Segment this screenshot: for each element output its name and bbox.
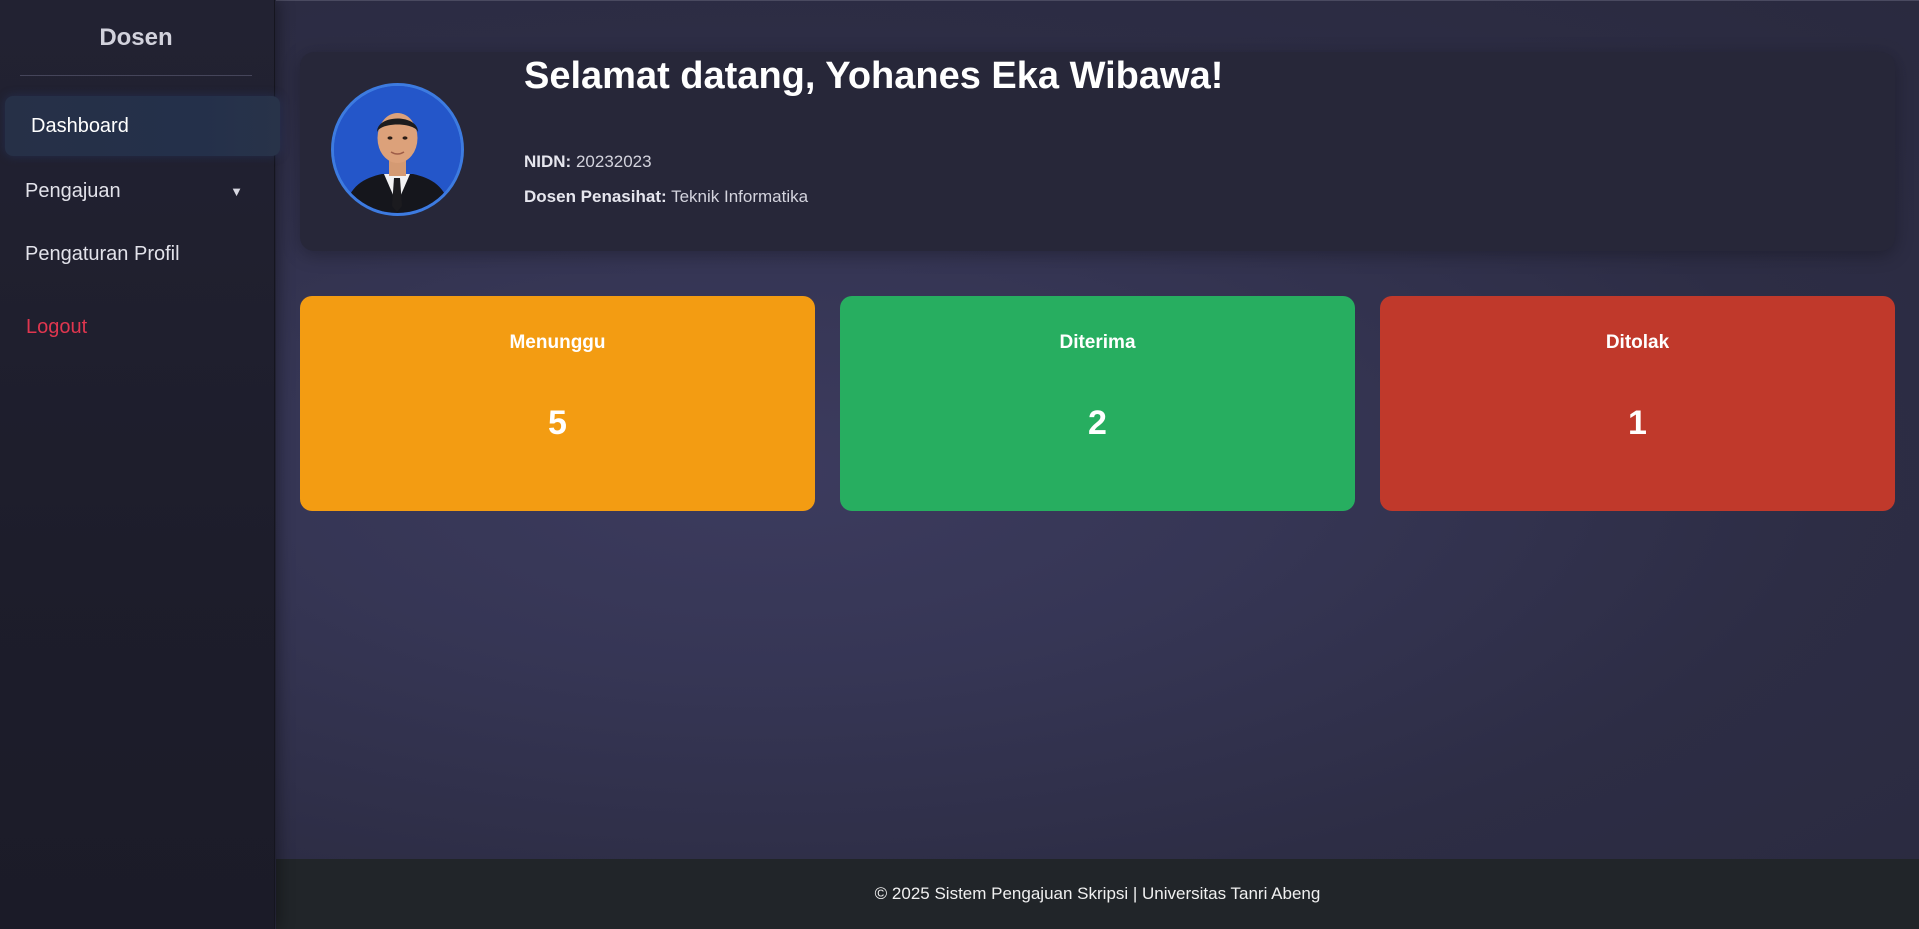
nidn-line: NIDN: 20232023	[524, 152, 652, 172]
advisor-label: Dosen Penasihat:	[524, 187, 667, 206]
footer-text: © 2025 Sistem Pengajuan Skripsi | Univer…	[874, 884, 1321, 903]
stat-label: Menunggu	[509, 332, 606, 353]
sidebar-title: Dosen	[20, 0, 252, 76]
sidebar-item-logout[interactable]: Logout	[0, 314, 87, 340]
stat-value: 2	[1088, 404, 1107, 442]
sidebar-item-label: Pengaturan Profil	[25, 242, 180, 265]
avatar	[331, 83, 464, 216]
profile-photo	[334, 86, 461, 213]
caret-down-icon: ▼	[230, 183, 243, 199]
main-content: Selamat datang, Yohanes Eka Wibawa! NIDN…	[276, 0, 1919, 859]
stat-value: 1	[1628, 404, 1647, 442]
sidebar-item-pengaturan-profil[interactable]: Pengaturan Profil	[0, 241, 180, 267]
nidn-label: NIDN:	[524, 152, 572, 171]
stat-card-ditolak: Ditolak 1	[1380, 296, 1895, 511]
sidebar-item-label: Dashboard	[31, 114, 129, 137]
nidn-value: 20232023	[575, 152, 652, 171]
stat-card-diterima: Diterima 2	[840, 296, 1355, 511]
sidebar: Dosen Dashboard Pengajuan ▼ Pengaturan P…	[0, 0, 280, 929]
stat-label: Ditolak	[1605, 332, 1670, 353]
footer: © 2025 Sistem Pengajuan Skripsi | Univer…	[276, 859, 1919, 929]
advisor-line: Dosen Penasihat: Teknik Informatika	[524, 187, 808, 207]
stat-card-menunggu: Menunggu 5	[300, 296, 815, 511]
welcome-card: Selamat datang, Yohanes Eka Wibawa! NIDN…	[300, 52, 1895, 251]
sidebar-item-pengajuan[interactable]: Pengajuan ▼	[0, 178, 275, 204]
advisor-value: Teknik Informatika	[671, 187, 809, 206]
sidebar-item-label: Logout	[26, 315, 88, 338]
sidebar-item-label: Pengajuan	[25, 179, 121, 202]
stat-label: Diterima	[1059, 332, 1136, 353]
stat-value: 5	[548, 404, 567, 442]
sidebar-item-dashboard[interactable]: Dashboard	[5, 96, 280, 156]
welcome-title: Selamat datang, Yohanes Eka Wibawa!	[524, 55, 1224, 97]
